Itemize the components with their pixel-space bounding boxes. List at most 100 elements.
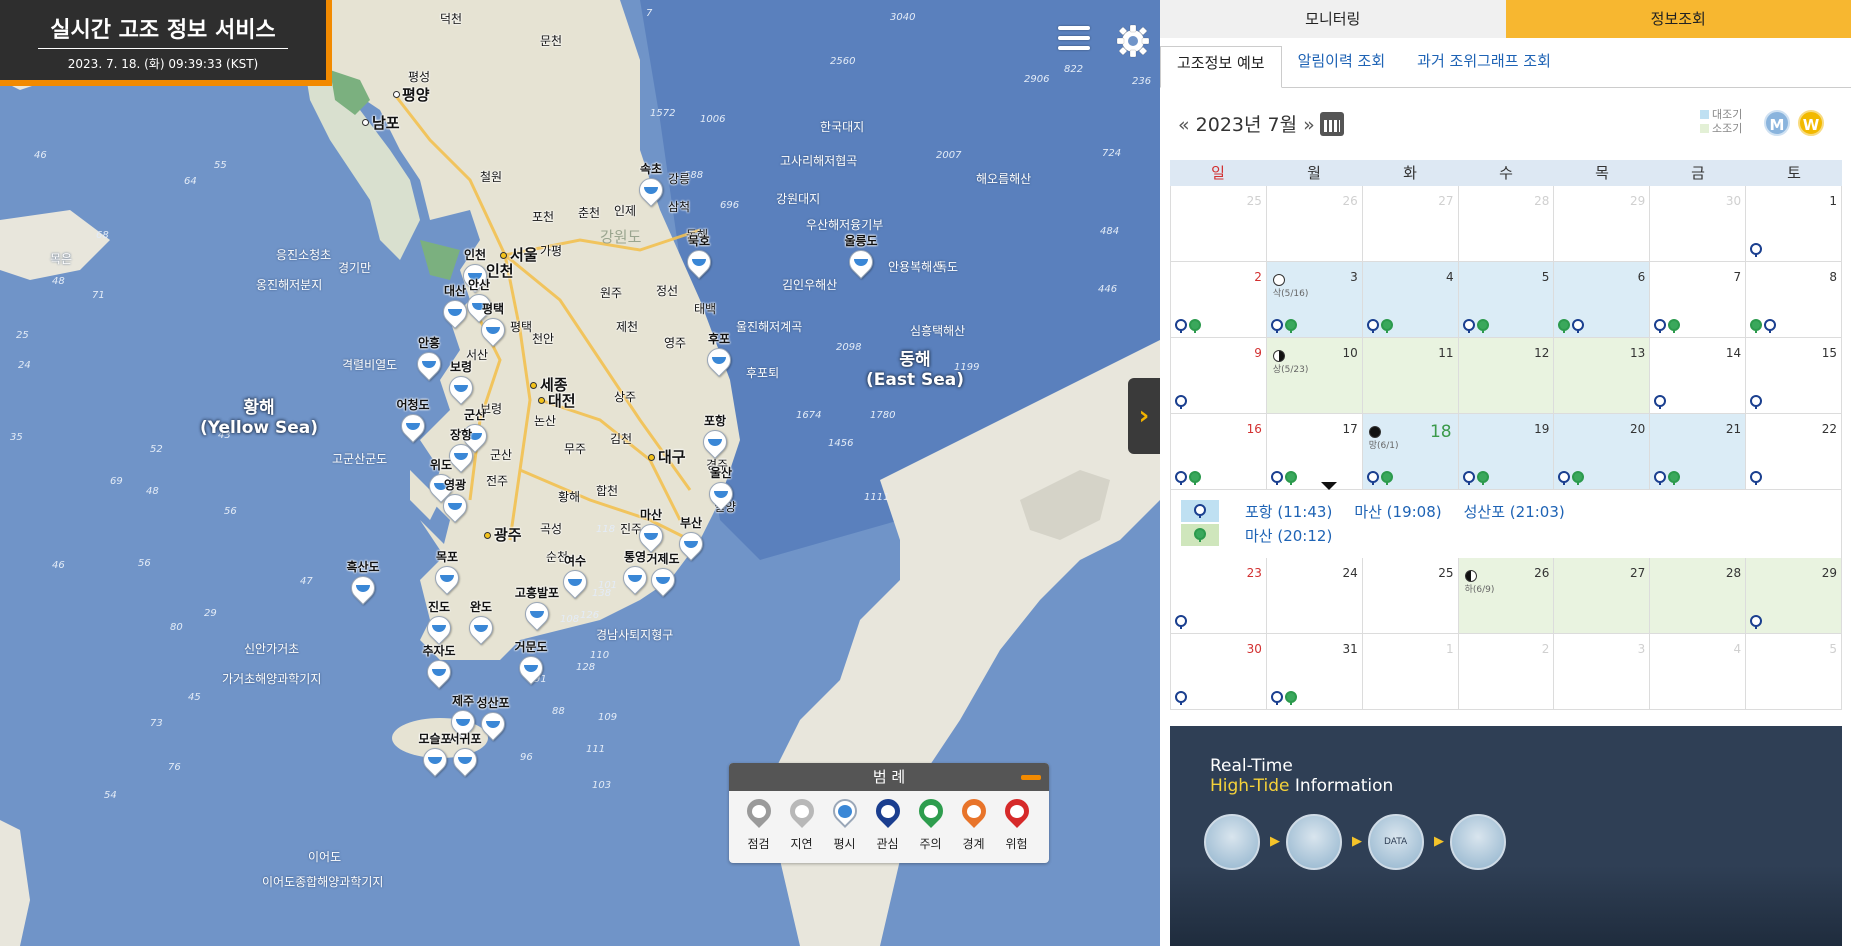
collapse-panel-button[interactable]: › xyxy=(1128,378,1160,454)
calendar-day[interactable]: 17 xyxy=(1266,414,1363,490)
calendar-day[interactable]: 1 xyxy=(1746,186,1843,262)
detail-station-time[interactable]: 포항 (11:43) xyxy=(1245,501,1332,522)
station-marker[interactable]: 후포 xyxy=(702,332,736,382)
calendar-day[interactable]: 5 xyxy=(1458,262,1555,338)
calendar-day[interactable]: 7 xyxy=(1650,262,1747,338)
station-marker[interactable]: 목포 xyxy=(430,550,464,600)
place-label: 철원 xyxy=(480,170,503,184)
calendar-day[interactable]: 12 xyxy=(1458,338,1555,414)
calendar-day[interactable]: 26 하(6/9) xyxy=(1458,558,1555,634)
map-view[interactable]: 1572 2560 1006 696 2007 446 484 724 2906 822 236 30… xyxy=(0,0,1160,946)
calendar-day[interactable]: 13 xyxy=(1554,338,1651,414)
station-marker[interactable]: 추자도 xyxy=(422,644,456,694)
calendar-icon[interactable] xyxy=(1320,112,1344,136)
alert-pins xyxy=(1175,395,1187,409)
spring-tide-label: 대조기 xyxy=(1712,108,1743,121)
depth-value: 45 xyxy=(188,692,201,703)
station-marker[interactable]: 속초 xyxy=(634,162,668,212)
blue-pin-icon xyxy=(1181,500,1219,522)
station-marker[interactable]: 대산 xyxy=(438,284,472,334)
calendar-day[interactable]: 24 xyxy=(1266,558,1363,634)
m-button[interactable]: M xyxy=(1764,110,1790,136)
station-marker[interactable]: 여수 xyxy=(558,554,592,604)
station-marker[interactable]: 거문도 xyxy=(514,640,548,690)
station-marker[interactable]: 포항 xyxy=(698,414,732,464)
station-marker[interactable]: 통영 xyxy=(618,550,652,600)
alert-pins xyxy=(1175,691,1187,705)
tab-monitoring[interactable]: 모니터링 xyxy=(1160,0,1506,38)
calendar-day[interactable]: 23 xyxy=(1170,558,1267,634)
station-marker[interactable]: 성산포 xyxy=(476,696,510,746)
gear-icon[interactable] xyxy=(1116,24,1150,58)
calendar-day[interactable]: 14 xyxy=(1650,338,1747,414)
calendar-day[interactable]: 27 xyxy=(1554,558,1651,634)
calendar-day[interactable]: 20 xyxy=(1554,414,1651,490)
legend-box: 범 례 점검 지연 평시 관심 주의 경계 위험 xyxy=(729,763,1049,863)
calendar-day[interactable]: 4 xyxy=(1650,634,1747,710)
calendar-day[interactable]: 31 xyxy=(1266,634,1363,710)
station-marker[interactable]: 평택 xyxy=(476,302,510,352)
calendar-day[interactable]: 2 xyxy=(1458,634,1555,710)
detail-station-time[interactable]: 성산포 (21:03) xyxy=(1464,501,1565,522)
station-marker[interactable]: 고흥발포 xyxy=(515,586,559,636)
subtab-forecast[interactable]: 고조정보 예보 xyxy=(1160,46,1282,88)
station-marker[interactable]: 울산 xyxy=(704,466,738,516)
next-month-button[interactable]: » xyxy=(1303,114,1315,136)
calendar-day[interactable]: 21 xyxy=(1650,414,1747,490)
blue-pin-icon xyxy=(1654,319,1667,333)
station-marker[interactable]: 모슬포 xyxy=(418,732,452,782)
calendar-day[interactable]: 10 상(5/23) xyxy=(1266,338,1363,414)
calendar-day[interactable]: 6 xyxy=(1554,262,1651,338)
menu-icon[interactable] xyxy=(1058,26,1090,54)
calendar-day[interactable]: 1 xyxy=(1362,634,1459,710)
prev-month-button[interactable]: « xyxy=(1178,114,1190,136)
station-marker[interactable]: 부산 xyxy=(674,516,708,566)
calendar-day[interactable]: 8 xyxy=(1746,262,1843,338)
calendar-day[interactable]: 3 삭(5/16) xyxy=(1266,262,1363,338)
calendar-day[interactable]: 25 xyxy=(1170,186,1267,262)
calendar-day[interactable]: 30 xyxy=(1650,186,1747,262)
calendar-day[interactable]: 4 xyxy=(1362,262,1459,338)
calendar-day[interactable]: 18 망(6/1) xyxy=(1362,414,1459,490)
calendar-day[interactable]: 26 xyxy=(1266,186,1363,262)
calendar-day[interactable]: 27 xyxy=(1362,186,1459,262)
station-marker[interactable]: 보령 xyxy=(444,360,478,410)
station-marker[interactable]: 울릉도 xyxy=(844,234,878,284)
calendar-day[interactable]: 22 xyxy=(1746,414,1843,490)
subtab-alert-history[interactable]: 알림이력 조회 xyxy=(1282,45,1402,87)
calendar-day[interactable]: 28 xyxy=(1458,186,1555,262)
depth-value: 118 xyxy=(596,524,616,535)
station-marker[interactable]: 흑산도 xyxy=(346,560,380,610)
calendar-day[interactable]: 15 xyxy=(1746,338,1843,414)
calendar-day[interactable]: 16 xyxy=(1170,414,1267,490)
detail-station-time[interactable]: 마산 (19:08) xyxy=(1354,501,1441,522)
station-marker[interactable]: 안흥 xyxy=(412,336,446,386)
station-marker[interactable]: 서귀포 xyxy=(448,732,482,782)
station-marker[interactable]: 묵호 xyxy=(682,234,716,284)
calendar-day[interactable]: 9 xyxy=(1170,338,1267,414)
legend-minimize-button[interactable] xyxy=(1021,775,1041,780)
w-button[interactable]: W xyxy=(1798,110,1824,136)
calendar-day[interactable]: 3 xyxy=(1554,634,1651,710)
calendar-day[interactable]: 28 xyxy=(1650,558,1747,634)
calendar-day[interactable]: 29 xyxy=(1746,558,1843,634)
station-marker[interactable]: 어청도 xyxy=(396,398,430,448)
calendar-day[interactable]: 25 xyxy=(1362,558,1459,634)
detail-station-time[interactable]: 마산 (20:12) xyxy=(1245,525,1332,546)
station-marker[interactable]: 완도 xyxy=(464,600,498,650)
station-marker[interactable]: 마산 xyxy=(634,508,668,558)
place-label: 덕천 xyxy=(440,12,463,26)
station-marker[interactable]: 영광 xyxy=(438,478,472,528)
calendar-day[interactable]: 19 xyxy=(1458,414,1555,490)
city-label: 인천 xyxy=(486,262,514,280)
calendar-day[interactable]: 5 xyxy=(1746,634,1843,710)
station-marker[interactable]: 거제도 xyxy=(646,552,680,602)
calendar-day[interactable]: 29 xyxy=(1554,186,1651,262)
subtab-past-tide-graph[interactable]: 과거 조위그래프 조회 xyxy=(1401,45,1567,87)
calendar-day[interactable]: 2 xyxy=(1170,262,1267,338)
calendar-day[interactable]: 30 xyxy=(1170,634,1267,710)
alert-pins xyxy=(1654,395,1667,409)
calendar-day[interactable]: 11 xyxy=(1362,338,1459,414)
tab-info-search[interactable]: 정보조회 xyxy=(1505,0,1851,38)
day-number: 25 xyxy=(1438,566,1454,580)
